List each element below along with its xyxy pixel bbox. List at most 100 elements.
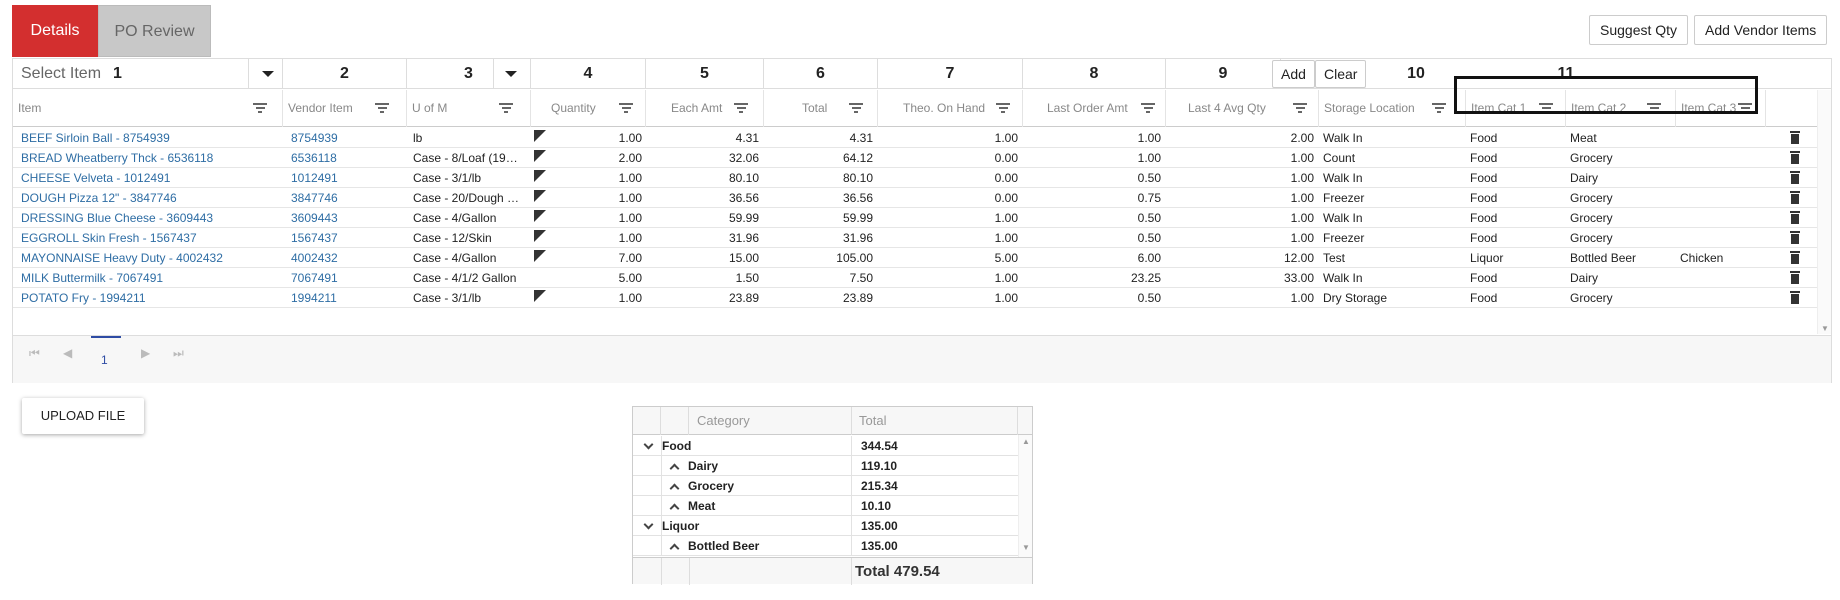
chevron-down-icon[interactable]: [262, 71, 274, 77]
vendor-item-link[interactable]: 6536118: [291, 148, 401, 168]
column-header-vendor-item[interactable]: Vendor Item: [283, 90, 407, 127]
filter-icon[interactable]: [619, 103, 633, 114]
next-page-icon[interactable]: ▶: [141, 346, 150, 360]
item-name-link[interactable]: POTATO Fry - 1994211: [21, 288, 276, 308]
select-item-dropdown[interactable]: Select Item 1: [13, 59, 283, 89]
last-page-icon[interactable]: ⏭: [173, 346, 184, 361]
each-amt-cell[interactable]: 32.06: [653, 148, 759, 168]
quantity-cell[interactable]: 1.00: [548, 208, 642, 228]
trash-icon[interactable]: [1790, 271, 1800, 284]
quantity-cell[interactable]: 1.00: [548, 168, 642, 188]
scroll-down-icon[interactable]: ▼: [1821, 324, 1829, 333]
table-row[interactable]: DRESSING Blue Cheese - 3609443 3609443 Cas…: [13, 208, 1818, 228]
vendor-item-link[interactable]: 8754939: [291, 128, 401, 148]
vendor-item-link[interactable]: 3609443: [291, 208, 401, 228]
each-amt-cell[interactable]: 36.56: [653, 188, 759, 208]
table-row[interactable]: DOUGH Pizza 12" - 3847746 3847746 Case - 2…: [13, 188, 1818, 208]
chevron-down-icon[interactable]: [643, 439, 654, 450]
table-row[interactable]: BREAD Wheatberry Thck - 6536118 6536118 Ca…: [13, 148, 1818, 168]
vendor-item-link[interactable]: 1012491: [291, 168, 401, 188]
item-name-link[interactable]: CHEESE Velveta - 1012491: [21, 168, 276, 188]
quantity-cell[interactable]: 1.00: [548, 288, 642, 308]
vendor-item-link[interactable]: 1567437: [291, 228, 401, 248]
trash-icon[interactable]: [1790, 191, 1800, 204]
column-header-last-order-amt[interactable]: Last Order Amt: [1023, 90, 1166, 127]
quantity-cell[interactable]: 5.00: [548, 268, 642, 288]
filter-icon[interactable]: [499, 103, 513, 114]
uom-dropdown[interactable]: 3: [407, 59, 531, 89]
vendor-item-link[interactable]: 3847746: [291, 188, 401, 208]
pivot-header-category[interactable]: Category: [697, 413, 750, 428]
chevron-up-icon[interactable]: [669, 483, 680, 494]
trash-icon[interactable]: [1790, 211, 1800, 224]
tab-details[interactable]: Details: [12, 5, 98, 57]
column-header-storage-location[interactable]: Storage Location: [1319, 90, 1466, 127]
column-header-total[interactable]: Total: [764, 90, 878, 127]
page-number-button[interactable]: 1: [101, 353, 108, 367]
item-name-link[interactable]: DOUGH Pizza 12" - 3847746: [21, 188, 276, 208]
table-row[interactable]: POTATO Fry - 1994211 1994211 Case - 3/1/lb…: [13, 288, 1818, 308]
trash-icon[interactable]: [1790, 131, 1800, 144]
vendor-item-link[interactable]: 7067491: [291, 268, 401, 288]
chevron-up-icon[interactable]: [669, 463, 680, 474]
filter-icon[interactable]: [1141, 103, 1155, 114]
column-header-last-4-avg-qty[interactable]: Last 4 Avg Qty: [1166, 90, 1319, 127]
chevron-down-icon[interactable]: [505, 71, 517, 77]
each-amt-cell[interactable]: 80.10: [653, 168, 759, 188]
each-amt-cell[interactable]: 59.99: [653, 208, 759, 228]
each-amt-cell[interactable]: 1.50: [653, 268, 759, 288]
quantity-cell[interactable]: 2.00: [548, 148, 642, 168]
chevron-up-icon[interactable]: [669, 543, 680, 554]
column-header-quantity[interactable]: Quantity: [531, 90, 646, 127]
quantity-cell[interactable]: 1.00: [548, 188, 642, 208]
trash-icon[interactable]: [1790, 251, 1800, 264]
quantity-cell[interactable]: 7.00: [548, 248, 642, 268]
filter-icon[interactable]: [375, 103, 389, 114]
scroll-down-icon[interactable]: ▼: [1022, 543, 1030, 552]
pivot-header-total[interactable]: Total: [859, 413, 886, 428]
each-amt-cell[interactable]: 23.89: [653, 288, 759, 308]
column-header-theo-on-hand[interactable]: Theo. On Hand: [878, 90, 1023, 127]
trash-icon[interactable]: [1790, 291, 1800, 304]
table-row[interactable]: MAYONNAISE Heavy Duty - 4002432 4002432 Ca…: [13, 248, 1818, 268]
clear-button[interactable]: Clear: [1315, 60, 1367, 88]
first-page-icon[interactable]: ⏮: [29, 346, 40, 361]
pivot-row[interactable]: Meat 10.10: [633, 496, 1018, 516]
table-row[interactable]: BEEF Sirloin Ball - 8754939 8754939 lb 1.00…: [13, 128, 1818, 148]
chevron-up-icon[interactable]: [669, 503, 680, 514]
vendor-item-link[interactable]: 4002432: [291, 248, 401, 268]
pivot-row[interactable]: Dairy 119.10: [633, 456, 1018, 476]
vendor-item-link[interactable]: 1994211: [291, 288, 401, 308]
tab-po-review[interactable]: PO Review: [98, 5, 211, 57]
suggest-qty-button[interactable]: Suggest Qty: [1589, 15, 1689, 45]
trash-icon[interactable]: [1790, 171, 1800, 184]
filter-icon[interactable]: [734, 103, 748, 114]
upload-file-button[interactable]: UPLOAD FILE: [22, 398, 144, 434]
prev-page-icon[interactable]: ◀: [63, 346, 72, 360]
chevron-down-icon[interactable]: [643, 519, 654, 530]
item-name-link[interactable]: BREAD Wheatberry Thck - 6536118: [21, 148, 276, 168]
item-name-link[interactable]: DRESSING Blue Cheese - 3609443: [21, 208, 276, 228]
trash-icon[interactable]: [1790, 151, 1800, 164]
each-amt-cell[interactable]: 31.96: [653, 228, 759, 248]
table-row[interactable]: MILK Buttermilk - 7067491 7067491 Case - 4…: [13, 268, 1818, 288]
column-header-item[interactable]: Item: [13, 90, 283, 127]
grid-scrollbar[interactable]: ▼: [1817, 90, 1831, 334]
item-name-link[interactable]: BEEF Sirloin Ball - 8754939: [21, 128, 276, 148]
quantity-cell[interactable]: 1.00: [548, 128, 642, 148]
pivot-row[interactable]: Food 344.54: [633, 436, 1018, 456]
item-name-link[interactable]: MAYONNAISE Heavy Duty - 4002432: [21, 248, 276, 268]
item-name-link[interactable]: EGGROLL Skin Fresh - 1567437: [21, 228, 276, 248]
table-row[interactable]: CHEESE Velveta - 1012491 1012491 Case - 3/…: [13, 168, 1818, 188]
item-name-link[interactable]: MILK Buttermilk - 7067491: [21, 268, 276, 288]
filter-icon[interactable]: [1293, 103, 1307, 114]
column-header-uom[interactable]: U of M: [407, 90, 531, 127]
trash-icon[interactable]: [1790, 231, 1800, 244]
table-row[interactable]: EGGROLL Skin Fresh - 1567437 1567437 Case …: [13, 228, 1818, 248]
quantity-cell[interactable]: 1.00: [548, 228, 642, 248]
add-button[interactable]: Add: [1272, 60, 1315, 88]
pivot-scrollbar[interactable]: ▲ ▼: [1018, 435, 1032, 557]
pivot-row[interactable]: Bottled Beer 135.00: [633, 536, 1018, 556]
each-amt-cell[interactable]: 4.31: [653, 128, 759, 148]
filter-icon[interactable]: [1432, 103, 1446, 114]
